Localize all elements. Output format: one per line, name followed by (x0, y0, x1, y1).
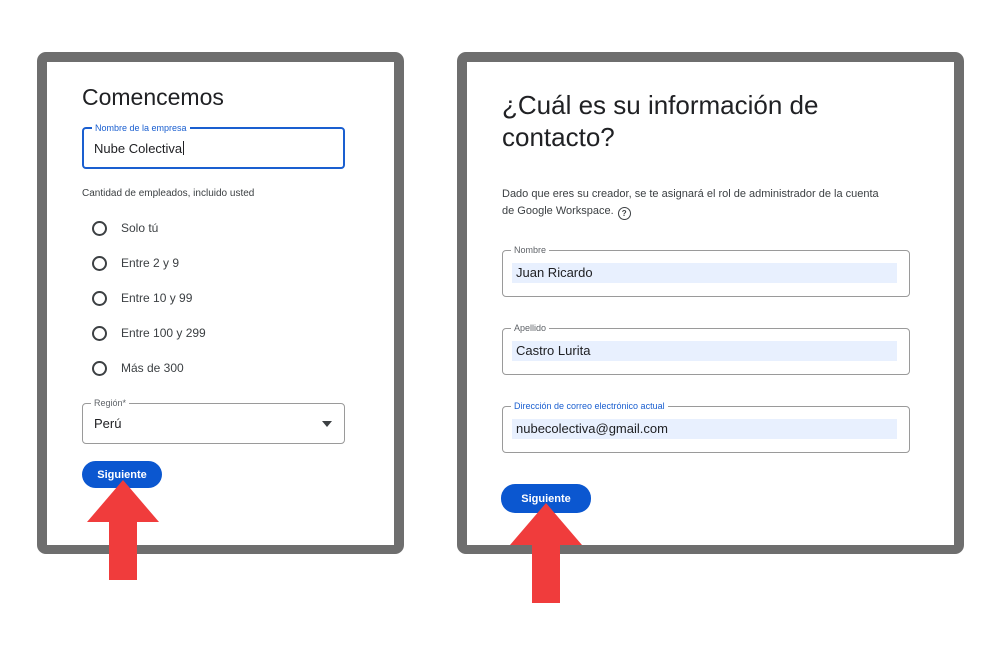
last-name-value: Castro Lurita (516, 343, 591, 358)
region-select[interactable]: Región* Perú (82, 397, 345, 444)
radio-option-solo[interactable]: Solo tú (92, 218, 158, 238)
text-caret (183, 141, 185, 155)
radio-label: Solo tú (121, 221, 159, 235)
email-field[interactable]: Dirección de correo electrónico actual n… (502, 400, 910, 453)
company-name-value: Nube Colectiva (94, 141, 185, 156)
radio-option-300-plus[interactable]: Más de 300 (92, 358, 184, 378)
page-title-get-started: Comencemos (82, 84, 224, 110)
region-value: Perú (94, 416, 122, 431)
radio-button[interactable] (92, 220, 107, 236)
first-name-value: Juan Ricardo (516, 265, 593, 280)
radio-label: Entre 10 y 99 (121, 291, 193, 305)
radio-button[interactable] (92, 255, 107, 271)
radio-option-100-299[interactable]: Entre 100 y 299 (92, 323, 206, 343)
radio-button[interactable] (92, 360, 107, 376)
email-input[interactable]: nubecolectiva@gmail.com (512, 419, 897, 439)
radio-option-2-9[interactable]: Entre 2 y 9 (92, 253, 179, 273)
email-value: nubecolectiva@gmail.com (516, 421, 668, 436)
employees-label: Cantidad de empleados, incluido usted (82, 188, 255, 199)
radio-label: Entre 2 y 9 (121, 256, 180, 270)
admin-description: Dado que eres su creador, se te asignará… (502, 186, 879, 220)
caret-down-icon[interactable] (322, 421, 332, 427)
red-up-arrow-icon (510, 503, 582, 603)
description-line-1: Dado que eres su creador, se te asignará… (502, 188, 879, 200)
first-name-input[interactable]: Juan Ricardo (512, 263, 897, 283)
region-label: Región* (91, 397, 130, 409)
last-name-field[interactable]: Apellido Castro Lurita (502, 322, 910, 375)
radio-option-10-99[interactable]: Entre 10 y 99 (92, 288, 192, 308)
page-title-contact-info: ¿Cuál es su información de contacto? (502, 89, 818, 153)
red-up-arrow-icon (87, 480, 159, 580)
radio-label: Más de 300 (121, 361, 184, 375)
first-name-label: Nombre (511, 244, 550, 256)
title-line-1: ¿Cuál es su información de (502, 90, 819, 120)
radio-button[interactable] (92, 325, 107, 341)
description-line-2: de Google Workspace. (502, 205, 614, 217)
last-name-input[interactable]: Castro Lurita (512, 341, 897, 361)
radio-button[interactable] (92, 290, 107, 306)
last-name-label: Apellido (511, 322, 550, 334)
help-circle-icon[interactable]: ? (617, 207, 631, 220)
radio-label: Entre 100 y 299 (121, 326, 206, 340)
email-label: Dirección de correo electrónico actual (511, 400, 668, 412)
company-name-label: Nombre de la empresa (92, 122, 190, 134)
title-line-2: contacto? (502, 122, 615, 152)
company-name-field[interactable]: Nombre de la empresa Nube Colectiva (82, 122, 345, 169)
first-name-field[interactable]: Nombre Juan Ricardo (502, 244, 910, 297)
